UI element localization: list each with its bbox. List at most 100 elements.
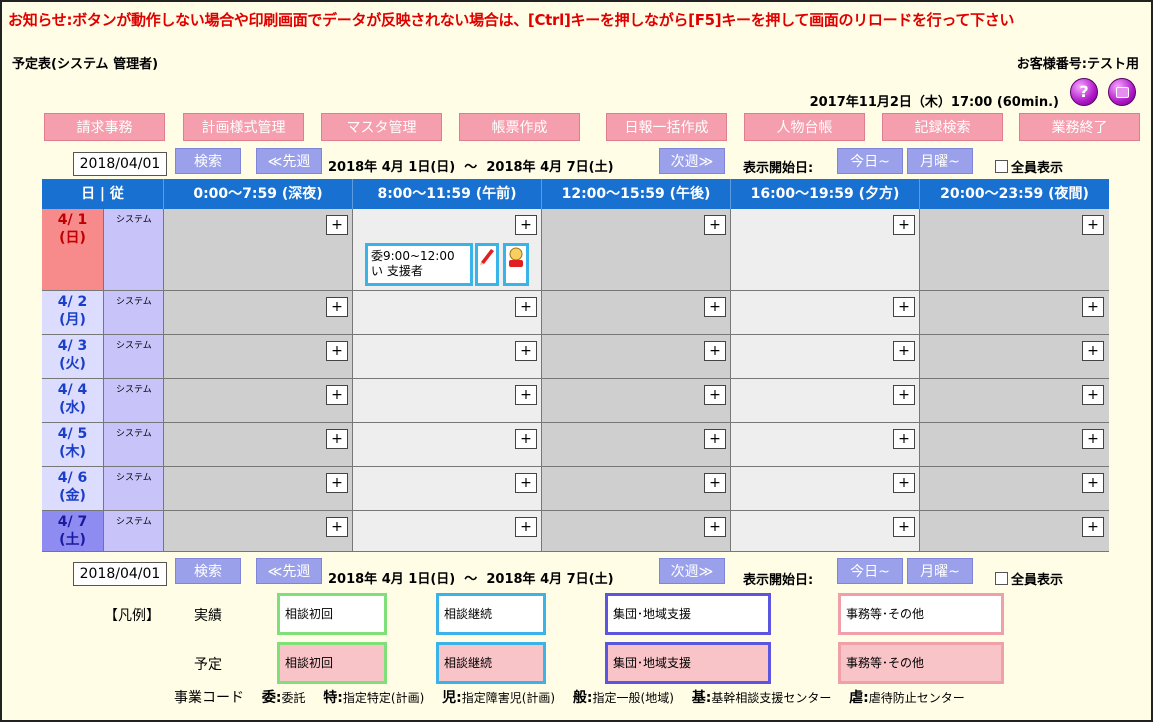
date-input-bottom[interactable]: 2018/04/01 [73,562,167,586]
add-schedule-button[interactable]: + [1082,341,1104,361]
date-input[interactable]: 2018/04/01 [73,152,167,176]
today-button-bottom[interactable]: 今日~ [837,558,903,584]
add-schedule-button[interactable]: + [515,429,537,449]
add-schedule-button[interactable]: + [515,385,537,405]
time-slot-cell[interactable]: + [164,379,353,423]
monday-button-bottom[interactable]: 月曜~ [907,558,973,584]
search-button[interactable]: 検索 [175,148,241,174]
time-slot-cell[interactable]: + [542,511,731,552]
event-person: い 支援者 [371,264,423,278]
time-slot-cell[interactable]: + [353,467,542,511]
add-schedule-button[interactable]: + [326,297,348,317]
add-schedule-button[interactable]: + [893,473,915,493]
menu-reports-button[interactable]: 帳票作成 [459,113,580,141]
next-week-button-bottom[interactable]: 次週≫ [659,558,725,584]
add-schedule-button[interactable]: + [704,297,726,317]
time-slot-cell[interactable]: + [731,379,920,423]
time-slot-cell[interactable]: + [164,511,353,552]
time-slot-cell[interactable]: + [164,467,353,511]
add-schedule-button[interactable]: + [893,215,915,235]
time-slot-cell[interactable]: + [353,335,542,379]
time-slot-cell[interactable]: + [164,335,353,379]
menu-person-ledger-button[interactable]: 人物台帳 [744,113,865,141]
add-schedule-button[interactable]: + [326,517,348,537]
time-slot-cell[interactable]: + [731,335,920,379]
time-slot-cell[interactable]: + [542,209,731,291]
add-schedule-button[interactable]: + [893,517,915,537]
time-slot-cell[interactable]: + [920,291,1109,335]
time-slot-cell[interactable]: + 委9:00~12:00 い 支援者 [353,209,542,291]
prev-week-button-bottom[interactable]: ≪先週 [256,558,322,584]
today-button[interactable]: 今日~ [837,148,903,174]
time-slot-cell[interactable]: + [353,423,542,467]
pencil-icon[interactable] [475,243,499,286]
search-button-bottom[interactable]: 検索 [175,558,241,584]
add-schedule-button[interactable]: + [704,429,726,449]
legend-actual-other: 事務等･その他 [838,593,1004,635]
person-icon[interactable] [503,243,529,286]
time-slot-cell[interactable]: + [353,379,542,423]
time-slot-cell[interactable]: + [542,423,731,467]
time-slot-cell[interactable]: + [542,291,731,335]
print-icon[interactable] [1108,78,1136,106]
time-slot-cell[interactable]: + [164,423,353,467]
prev-week-button[interactable]: ≪先週 [256,148,322,174]
help-icon[interactable]: ? [1070,78,1098,106]
add-schedule-button[interactable]: + [893,341,915,361]
add-schedule-button[interactable]: + [893,385,915,405]
add-schedule-button[interactable]: + [1082,297,1104,317]
add-schedule-button[interactable]: + [1082,473,1104,493]
add-schedule-button[interactable]: + [515,297,537,317]
add-schedule-button[interactable]: + [704,215,726,235]
add-schedule-button[interactable]: + [326,473,348,493]
time-slot-cell[interactable]: + [920,423,1109,467]
time-slot-cell[interactable]: + [542,379,731,423]
add-schedule-button[interactable]: + [326,215,348,235]
menu-daily-batch-button[interactable]: 日報一括作成 [606,113,727,141]
add-schedule-button[interactable]: + [1082,429,1104,449]
time-slot-cell[interactable]: + [164,291,353,335]
add-schedule-button[interactable]: + [515,215,537,235]
time-slot-cell[interactable]: + [920,467,1109,511]
time-slot-cell[interactable]: + [920,335,1109,379]
time-slot-cell[interactable]: + [542,467,731,511]
menu-billing-button[interactable]: 請求事務 [44,113,165,141]
time-slot-cell[interactable]: + [731,467,920,511]
time-slot-cell[interactable]: + [731,209,920,291]
add-schedule-button[interactable]: + [1082,517,1104,537]
time-slot-cell[interactable]: + [164,209,353,291]
time-slot-cell[interactable]: + [542,335,731,379]
add-schedule-button[interactable]: + [1082,385,1104,405]
add-schedule-button[interactable]: + [1082,215,1104,235]
menu-logout-button[interactable]: 業務終了 [1019,113,1140,141]
add-schedule-button[interactable]: + [326,341,348,361]
time-slot-cell[interactable]: + [353,291,542,335]
add-schedule-button[interactable]: + [704,385,726,405]
monday-button[interactable]: 月曜~ [907,148,973,174]
time-slot-cell[interactable]: + [731,291,920,335]
add-schedule-button[interactable]: + [893,429,915,449]
show-all-checkbox-bottom[interactable]: 全員表示 [995,569,1063,588]
time-slot-cell[interactable]: + [731,423,920,467]
add-schedule-button[interactable]: + [893,297,915,317]
time-slot-cell[interactable]: + [920,209,1109,291]
time-slot-cell[interactable]: + [920,511,1109,552]
time-slot-cell[interactable]: + [920,379,1109,423]
add-schedule-button[interactable]: + [515,341,537,361]
next-week-button[interactable]: 次週≫ [659,148,725,174]
add-schedule-button[interactable]: + [326,385,348,405]
schedule-event[interactable]: 委9:00~12:00 い 支援者 [365,243,473,286]
show-all-checkbox[interactable]: 全員表示 [995,157,1063,176]
menu-plan-forms-button[interactable]: 計画様式管理 [183,113,304,141]
add-schedule-button[interactable]: + [704,517,726,537]
add-schedule-button[interactable]: + [326,429,348,449]
menu-record-search-button[interactable]: 記録検索 [882,113,1003,141]
add-schedule-button[interactable]: + [704,341,726,361]
time-slot-cell[interactable]: + [353,511,542,552]
menu-master-button[interactable]: マスタ管理 [321,113,442,141]
time-slot-cell[interactable]: + [731,511,920,552]
add-schedule-button[interactable]: + [515,473,537,493]
day-date: 4/ 7 [57,514,88,530]
add-schedule-button[interactable]: + [515,517,537,537]
add-schedule-button[interactable]: + [704,473,726,493]
